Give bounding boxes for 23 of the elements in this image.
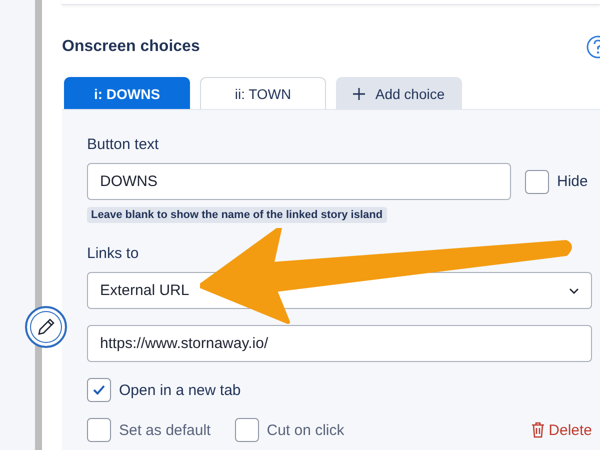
- add-choice-tab[interactable]: Add choice: [336, 77, 462, 109]
- checkbox-label: Set as default: [119, 422, 211, 438]
- choice-tab[interactable]: i: DOWNS: [64, 77, 190, 109]
- hint-text: Leave blank to show the name of the linked story island: [87, 207, 387, 223]
- checkbox[interactable]: [87, 418, 111, 442]
- checkbox[interactable]: [87, 378, 111, 402]
- trash-icon: [530, 422, 545, 438]
- section-title: Onscreen choices: [62, 37, 200, 57]
- delete-button[interactable]: Delete: [530, 422, 592, 438]
- choice-tab[interactable]: ii: TOWN: [200, 77, 326, 109]
- pencil-icon: [36, 317, 56, 337]
- checkbox[interactable]: [234, 418, 259, 442]
- field-label: Button text: [87, 136, 160, 154]
- chevron-icon: [569, 288, 579, 294]
- checkbox-label: Cut on click: [266, 422, 344, 438]
- check-icon: [92, 384, 106, 396]
- checkbox-label: Open in a new tab: [119, 382, 241, 398]
- input-field[interactable]: https://www.stornaway.io/: [87, 325, 592, 362]
- plus-icon: [353, 88, 366, 100]
- checkbox-label: Hide: [557, 173, 588, 190]
- checkbox[interactable]: [525, 170, 549, 194]
- field-label: Links to: [87, 245, 140, 263]
- input-field[interactable]: DOWNS: [87, 163, 511, 200]
